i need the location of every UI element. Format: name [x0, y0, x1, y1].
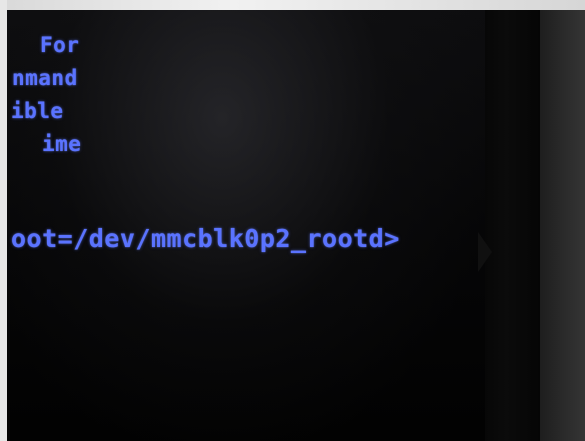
terminal-line-4: ime: [42, 132, 82, 156]
background-wall: [0, 0, 585, 10]
bezel-notch: [478, 232, 492, 272]
monitor-side-surface: [540, 10, 585, 441]
terminal-prompt-line: oot=/dev/mmcblk0p2_rootd>: [11, 224, 400, 253]
photo-of-monitor: For nmand ible ime oot=/dev/mmcblk0p2_ro…: [0, 0, 585, 441]
terminal-screen: For nmand ible ime oot=/dev/mmcblk0p2_ro…: [7, 10, 485, 441]
terminal-line-3: ible: [11, 99, 64, 123]
left-background-edge: [0, 0, 7, 441]
terminal-line-1: For: [40, 33, 80, 57]
monitor-bezel: [485, 10, 540, 441]
terminal-line-2: nmand: [12, 66, 78, 90]
